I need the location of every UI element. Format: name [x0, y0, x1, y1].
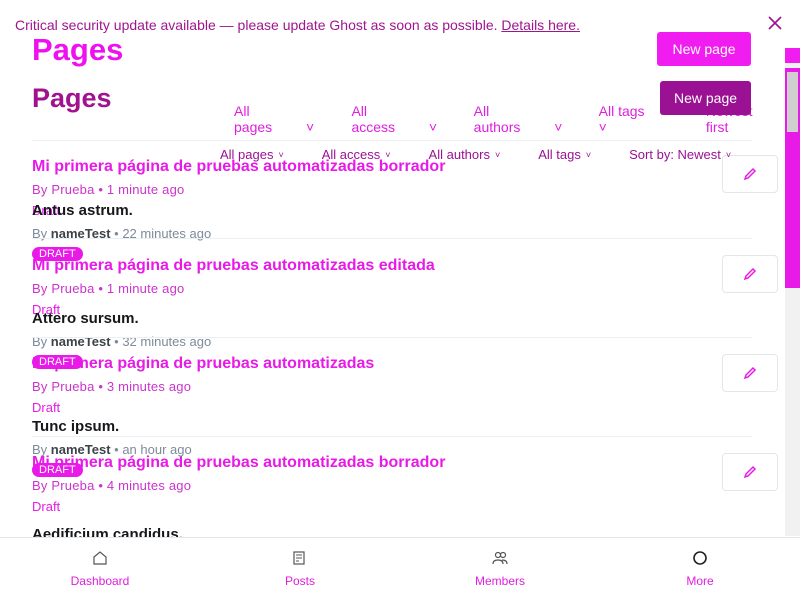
nav-dashboard[interactable]: Dashboard	[0, 538, 200, 600]
chevron-down-icon: ˅	[278, 149, 284, 160]
ghost-list-item: Mi primera página de pruebas automatizad…	[32, 257, 435, 317]
filter-bar: All pages ˅ All access ˅ All authors ˅ All …	[220, 147, 769, 162]
page-item-meta: By nameTest • an hour ago	[32, 442, 192, 457]
chevron-down-icon: ˅	[585, 149, 592, 160]
pencil-icon	[743, 465, 757, 479]
list-item[interactable]: Tunc ipsum. By nameTest • an hour ago DR…	[32, 418, 732, 478]
ghost-filter-all-access: All access ˅	[351, 103, 438, 135]
status-badge: DRAFT	[32, 247, 83, 261]
filter-all-pages[interactable]: All pages ˅	[220, 147, 284, 162]
banner-details-link[interactable]: Details here.	[501, 17, 580, 33]
security-banner: Critical security update available — ple…	[0, 0, 800, 48]
chevron-down-icon: ˅	[385, 149, 391, 160]
ghost-filter-all-pages: All pages ˅	[234, 103, 315, 135]
divider	[32, 140, 752, 141]
list-item[interactable]: Attero sursum. By nameTest • 32 minutes …	[32, 310, 732, 370]
nav-label: Posts	[284, 574, 315, 588]
banner-text: Critical security update available — ple…	[15, 17, 580, 33]
nav-posts[interactable]: Posts	[200, 538, 400, 600]
nav-label: Members	[474, 574, 525, 588]
filter-all-tags[interactable]: All tags ˅	[538, 147, 591, 162]
divider	[32, 238, 752, 239]
filter-all-authors[interactable]: All authors ˅	[429, 147, 501, 162]
nav-more[interactable]: More	[600, 538, 800, 600]
edit-document-icon	[293, 551, 305, 565]
status-badge: DRAFT	[32, 355, 83, 369]
nav-label: More	[686, 574, 714, 588]
close-icon[interactable]	[767, 15, 783, 31]
members-icon	[492, 551, 508, 565]
page-title: Pages	[32, 83, 112, 113]
scrollbar[interactable]	[785, 48, 800, 536]
scroll-up-arrow[interactable]	[785, 48, 800, 63]
nav-members[interactable]: Members	[400, 538, 600, 600]
page-item-title: Antus astrum.	[32, 202, 133, 219]
page-item-title: Tunc ipsum.	[32, 418, 120, 435]
chevron-down-icon: ˅	[494, 149, 501, 160]
pencil-icon	[743, 366, 757, 380]
home-icon	[93, 551, 107, 565]
ghost-filter-all-authors: All authors ˅	[473, 103, 563, 135]
status-badge: DRAFT	[32, 463, 83, 477]
list-item[interactable]: Antus astrum. By nameTest • 22 minutes a…	[32, 202, 732, 262]
pencil-icon	[743, 167, 757, 181]
banner-message: Critical security update available — ple…	[15, 17, 498, 33]
chevron-down-icon: ˅	[725, 149, 732, 160]
nav-label: Dashboard	[70, 574, 130, 588]
scroll-track	[787, 72, 798, 132]
divider	[32, 436, 752, 437]
new-page-button[interactable]: New page	[660, 81, 751, 115]
divider	[32, 337, 752, 338]
filter-sort[interactable]: Sort by: Newest ˅	[629, 147, 731, 162]
bottom-nav: Dashboard Posts Members More	[0, 537, 800, 600]
circle-icon	[693, 551, 707, 565]
page-item-title: Attero sursum.	[32, 310, 139, 327]
pencil-icon	[743, 267, 757, 281]
filter-all-access[interactable]: All access ˅	[322, 147, 391, 162]
